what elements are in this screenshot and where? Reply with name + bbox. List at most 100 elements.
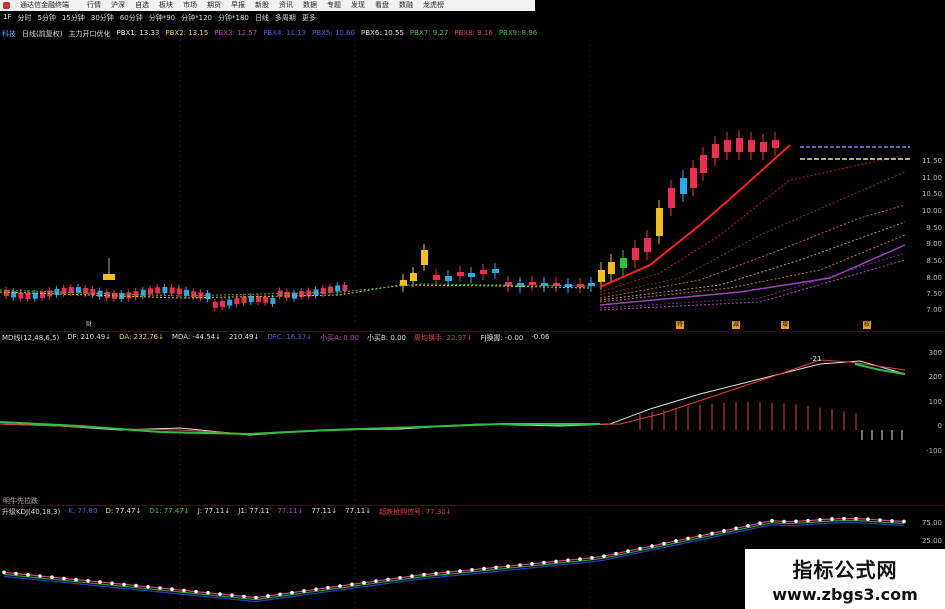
candle xyxy=(598,270,605,282)
kdj-dot xyxy=(698,534,702,538)
candle xyxy=(480,270,487,274)
kdj-dot xyxy=(806,518,810,523)
menu-item-quotes[interactable]: 行情 xyxy=(87,0,101,11)
y-tick: 100 xyxy=(928,398,942,406)
candle xyxy=(220,300,225,307)
menu-item-shsz[interactable]: 沪深 xyxy=(111,0,125,11)
candle xyxy=(25,292,31,299)
ind-value: D: 77.47↓ xyxy=(105,507,142,515)
ind-value[interactable]: MD线(12,48,6,5) xyxy=(2,333,59,343)
candle xyxy=(205,292,211,299)
kdj-title-row: 升级KDJ(40,18,3) K: 77.80 D: 77.47↓ D1: 77… xyxy=(0,507,452,517)
kdj-dot xyxy=(38,574,42,578)
ind-value: 210.49↓ xyxy=(229,333,260,341)
kdj-dot xyxy=(110,581,114,585)
period-multi[interactable]: 多周期 xyxy=(275,13,296,23)
kdj-dot xyxy=(302,589,306,593)
menu-item-watchlist[interactable]: 自选 xyxy=(135,0,149,11)
event-marker[interactable]: 增 xyxy=(781,321,789,329)
pbx-value: PBX5: 10.60 xyxy=(312,29,355,37)
menu-item-data[interactable]: 数据 xyxy=(303,0,317,11)
ind-value: D1: 77.47↓ xyxy=(149,507,190,515)
period-daily[interactable]: 日线 xyxy=(255,13,269,23)
candle xyxy=(40,291,45,298)
y-tick: 7.00 xyxy=(926,306,942,314)
menu-item-news[interactable]: 资讯 xyxy=(279,0,293,11)
macd-title-row: MD线(12,48,6,5) DF: 210.49↓ DA: 232.76↓ M… xyxy=(0,333,549,343)
kdj-dot xyxy=(386,577,390,582)
menu-item-discover[interactable]: 发现 xyxy=(351,0,365,11)
candle xyxy=(492,269,499,273)
kdj-dot xyxy=(326,585,330,590)
menu-item-dragon-tiger[interactable]: 龙虎榜 xyxy=(423,0,444,11)
menu-item-watch[interactable]: 看盘 xyxy=(375,0,389,11)
candle xyxy=(148,288,153,295)
candle xyxy=(410,273,417,281)
kdj-dot xyxy=(902,519,906,524)
stock-name[interactable]: 科技 xyxy=(2,29,16,39)
period-more[interactable]: 更多 xyxy=(302,13,316,23)
candle xyxy=(335,285,341,292)
period-180min[interactable]: 分钟*180 xyxy=(218,13,249,23)
y-tick: 8.00 xyxy=(926,274,942,282)
ma-line xyxy=(599,171,906,296)
y-tick: 0 xyxy=(937,422,942,430)
candle xyxy=(656,208,663,236)
period-5min[interactable]: 5分钟 xyxy=(37,13,55,23)
stock-info-row: 科技 日线(前复权) 主力开口优化 PBX1: 13.33 PBX2: 13.1… xyxy=(0,29,537,39)
kdj-dot xyxy=(134,583,138,588)
menu-item-market[interactable]: 市场 xyxy=(183,0,197,11)
kdj-dot xyxy=(14,571,18,576)
event-marker[interactable]: 特 xyxy=(676,321,684,329)
chart-mode[interactable]: 日线(前复权) xyxy=(22,29,62,39)
macd-chart[interactable] xyxy=(0,344,945,504)
kdj-dot xyxy=(866,517,870,521)
ind-value: DA: 232.76↓ xyxy=(119,333,164,341)
candle xyxy=(712,144,719,158)
menu-item-sectors[interactable]: 板块 xyxy=(159,0,173,11)
event-marker[interactable]: 财 xyxy=(85,321,93,329)
kdj-dot xyxy=(662,541,666,546)
kdj-dot xyxy=(842,517,846,521)
event-marker[interactable]: 权 xyxy=(863,321,871,329)
candle xyxy=(457,272,464,276)
indicator-name[interactable]: 主力开口优化 xyxy=(68,29,110,39)
kdj-dot xyxy=(710,531,714,536)
kdj-dot xyxy=(50,575,54,579)
ind-value: J: 77.11↓ xyxy=(197,507,231,515)
app-title: 通达信金融终端 xyxy=(20,1,69,9)
kdj-dot xyxy=(74,577,78,582)
period-1f[interactable]: 1F xyxy=(3,13,11,23)
ind-value: K: 77.80 xyxy=(68,507,98,515)
kdj-dot xyxy=(674,539,678,543)
ind-value: DFC: 16.37↓ xyxy=(267,333,313,341)
kdj-dot xyxy=(422,572,426,577)
period-90min[interactable]: 分钟*90 xyxy=(149,13,175,23)
period-30min[interactable]: 30分钟 xyxy=(91,13,114,23)
candle xyxy=(421,250,428,265)
menu-item-margin[interactable]: 数融 xyxy=(399,0,413,11)
candle xyxy=(608,262,615,274)
y-tick: 9.50 xyxy=(926,224,942,232)
period-15min[interactable]: 15分钟 xyxy=(62,13,85,23)
menu-item-ipo[interactable]: 新股 xyxy=(255,0,269,11)
period-60min[interactable]: 60分钟 xyxy=(120,13,143,23)
ind-value: 小买A: 0.00 xyxy=(320,334,359,342)
candlestick-chart[interactable] xyxy=(0,40,945,330)
kdj-dot xyxy=(170,587,174,591)
candle xyxy=(18,292,24,299)
period-intraday[interactable]: 分时 xyxy=(17,13,31,23)
event-marker[interactable]: 减 xyxy=(732,321,740,329)
pbx-value: PBX2: 13.15 xyxy=(165,29,209,37)
kdj-dot xyxy=(350,582,354,587)
menu-item-topics[interactable]: 专题 xyxy=(327,0,341,11)
kdj-dot xyxy=(62,576,66,581)
menu-item-morning[interactable]: 早报 xyxy=(231,0,245,11)
period-120min[interactable]: 分钟*120 xyxy=(181,13,212,23)
kdj-dot xyxy=(446,570,450,574)
kdj-dot xyxy=(398,575,402,580)
kdj-dot xyxy=(242,594,246,599)
ind-value: MDA: -44.54↓ xyxy=(172,333,221,341)
menu-item-futures[interactable]: 期货 xyxy=(207,0,221,11)
ind-value[interactable]: 升级KDJ(40,18,3) xyxy=(2,507,60,517)
